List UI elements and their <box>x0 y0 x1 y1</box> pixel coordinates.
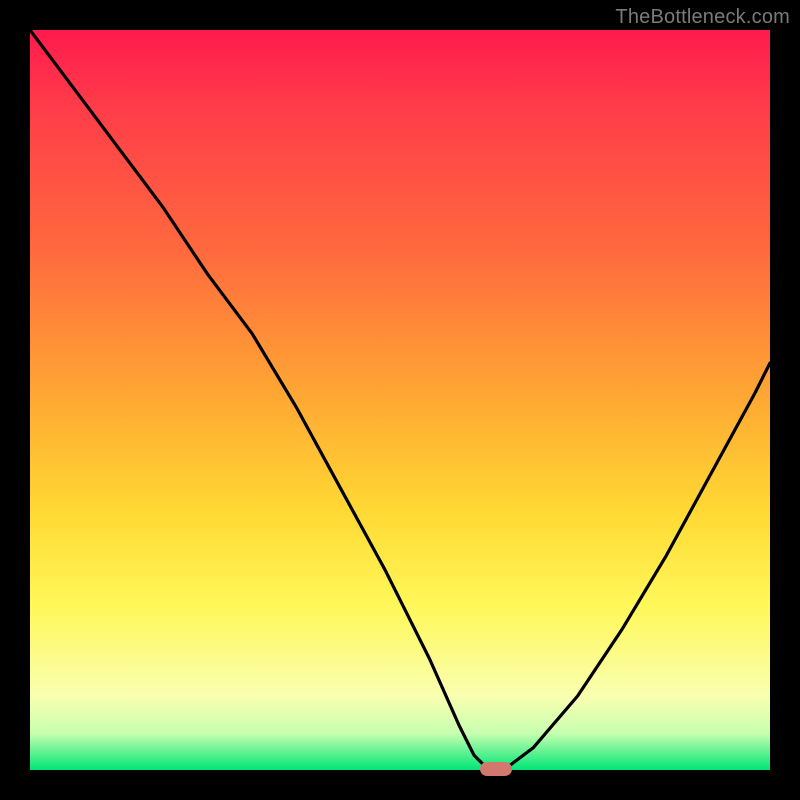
curve-svg <box>30 30 770 770</box>
bottleneck-curve <box>30 30 770 770</box>
chart-frame: TheBottleneck.com <box>0 0 800 800</box>
plot-area <box>30 30 770 770</box>
minimum-marker <box>480 762 512 776</box>
watermark-text: TheBottleneck.com <box>615 6 790 29</box>
